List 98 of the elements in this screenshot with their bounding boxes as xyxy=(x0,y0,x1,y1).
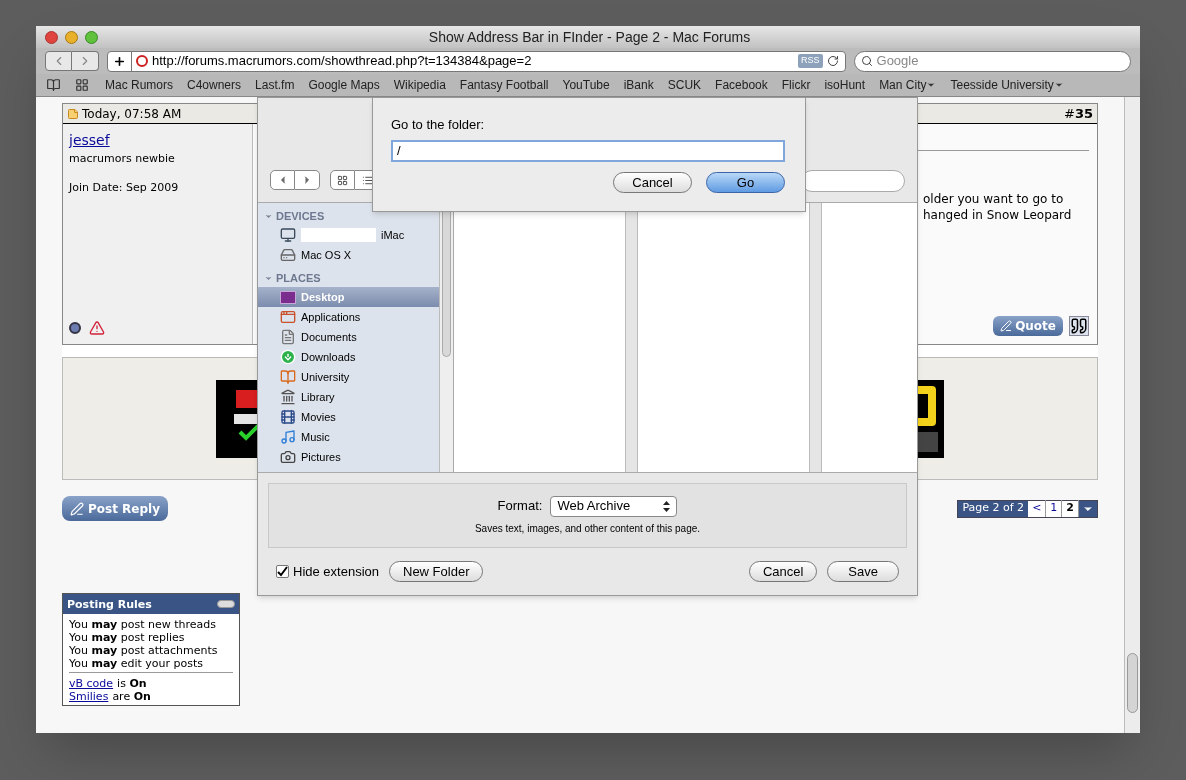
document-icon xyxy=(280,329,296,345)
setting-link[interactable]: Smilies xyxy=(69,690,109,703)
list-icon xyxy=(361,174,373,186)
sidebar-item[interactable]: Documents xyxy=(258,327,439,347)
page-menu-button[interactable] xyxy=(1079,500,1097,517)
bookmark-link[interactable]: iBank xyxy=(623,76,654,94)
setting-link[interactable]: vB code xyxy=(69,677,114,690)
folder-path-field[interactable]: / xyxy=(391,139,785,162)
page-label: Page 2 of 2 xyxy=(958,500,1029,517)
post-reply-button[interactable]: Post Reply xyxy=(62,496,168,521)
pen-icon xyxy=(1000,320,1013,332)
forward-button[interactable] xyxy=(72,51,99,71)
setting-value: is On xyxy=(117,677,147,690)
sidebar-item[interactable]: Pictures xyxy=(258,447,439,467)
scrollbar[interactable] xyxy=(1124,97,1140,733)
sidebar-item[interactable]: Library xyxy=(258,387,439,407)
bookmark-link[interactable]: Google Maps xyxy=(308,76,380,94)
bookmark-link[interactable]: isoHunt xyxy=(824,76,866,94)
search-input[interactable]: Google xyxy=(876,51,1124,71)
search-icon xyxy=(860,55,873,67)
zoom-button[interactable] xyxy=(85,30,98,44)
checkbox-label: Hide extension xyxy=(293,562,379,581)
cancel-button[interactable]: Cancel xyxy=(748,561,818,582)
author-link[interactable]: jessef xyxy=(69,130,110,151)
format-description: Saves text, images, and other content of this page. xyxy=(474,521,701,536)
applications-icon xyxy=(280,309,296,325)
join-date: Join Date: Sep 2009 xyxy=(69,179,180,196)
previous-page-link[interactable]: < xyxy=(1028,500,1047,517)
bookmark-link[interactable]: Teesside University xyxy=(950,76,1064,94)
post-time: Today, 07:58 AM xyxy=(82,105,182,123)
forward-button[interactable] xyxy=(295,170,320,190)
pen-icon xyxy=(70,501,84,516)
back-button[interactable] xyxy=(270,170,295,190)
save-button[interactable]: Save xyxy=(827,561,899,582)
post-icon xyxy=(67,107,79,120)
up-down-arrows-icon xyxy=(663,500,671,512)
hard-drive-icon xyxy=(280,247,296,263)
dialog-button[interactable]: Cancel xyxy=(613,171,692,193)
format-select[interactable]: Web Archive xyxy=(550,495,678,517)
desktop-icon xyxy=(280,290,296,304)
bookmark-link[interactable]: SCUK xyxy=(667,76,702,94)
bookmarks-icon[interactable] xyxy=(46,78,61,92)
download-icon xyxy=(280,349,296,365)
page-link[interactable]: 1 xyxy=(1046,500,1063,517)
format-label: Format: xyxy=(497,497,543,516)
top-sites-icon[interactable] xyxy=(75,78,89,92)
bookmark-link[interactable]: Flickr xyxy=(781,76,811,94)
setting-value: are On xyxy=(112,690,151,703)
rule-text: You may post attachments xyxy=(69,644,219,657)
bookmark-link[interactable]: Mac Rumors xyxy=(105,76,173,94)
bookmark-link[interactable]: C4owners xyxy=(187,76,242,94)
bookmark-link[interactable]: Man City xyxy=(879,76,937,94)
monitor-icon xyxy=(280,227,296,243)
sidebar-item[interactable]: Movies xyxy=(258,407,439,427)
book-icon xyxy=(280,369,296,385)
caret-icon xyxy=(926,80,937,90)
minimize-button[interactable] xyxy=(65,30,78,44)
section-heading: DEVICES xyxy=(276,208,325,224)
back-button[interactable] xyxy=(45,51,72,71)
user-rank: macrumors newbie xyxy=(69,151,176,167)
caret-icon xyxy=(1053,80,1064,90)
bookmark-link[interactable]: YouTube xyxy=(562,76,610,94)
rule-text: You may post new threads xyxy=(69,618,217,631)
sidebar-item[interactable]: Downloads xyxy=(258,347,439,367)
rule-text: You may post replies xyxy=(69,631,186,644)
bookmark-link[interactable]: Last.fm xyxy=(255,76,295,94)
sidebar-item[interactable]: Music xyxy=(258,427,439,447)
bookmark-link[interactable]: Facebook xyxy=(715,76,768,94)
building-icon xyxy=(280,389,296,405)
sidebar-item[interactable]: Mac OS X xyxy=(258,245,439,265)
collapse-button[interactable] xyxy=(217,600,235,608)
rule-text: You may edit your posts xyxy=(69,657,205,670)
dialog-button[interactable]: Go xyxy=(706,171,785,193)
sidebar-item[interactable]: Applications xyxy=(258,307,439,327)
section-heading: PLACES xyxy=(276,270,321,286)
sidebar-item[interactable]: iMac xyxy=(258,225,439,245)
post-number: #35 xyxy=(1064,104,1093,123)
close-button[interactable] xyxy=(45,30,58,44)
camera-icon xyxy=(280,449,296,465)
hide-extension-checkbox[interactable] xyxy=(276,565,289,578)
icon-view-button[interactable] xyxy=(330,170,355,190)
sidebar-item[interactable]: University xyxy=(258,367,439,387)
bookmark-link[interactable]: Fantasy Football xyxy=(459,76,549,94)
window-title: Show Address Bar in FInder - Page 2 - Mac Forums xyxy=(427,27,752,47)
music-icon xyxy=(280,429,296,445)
post-text: hanged in Snow Leopard xyxy=(923,207,1073,223)
bookmark-link[interactable]: Wikipedia xyxy=(393,76,446,94)
post-text: older you want to go to xyxy=(923,191,1065,207)
grid-icon xyxy=(337,174,348,186)
status-icon xyxy=(69,322,81,334)
film-icon xyxy=(280,409,296,425)
sheet-label: Go to the folder: xyxy=(391,116,486,134)
search-field[interactable]: Google xyxy=(853,50,1131,72)
quote-button[interactable]: Quote xyxy=(993,316,1063,336)
new-folder-button[interactable]: New Folder xyxy=(389,561,484,582)
panel-title: Posting Rules xyxy=(67,597,152,611)
multi-quote-icon[interactable] xyxy=(1069,316,1089,336)
warning-icon[interactable] xyxy=(89,320,105,336)
